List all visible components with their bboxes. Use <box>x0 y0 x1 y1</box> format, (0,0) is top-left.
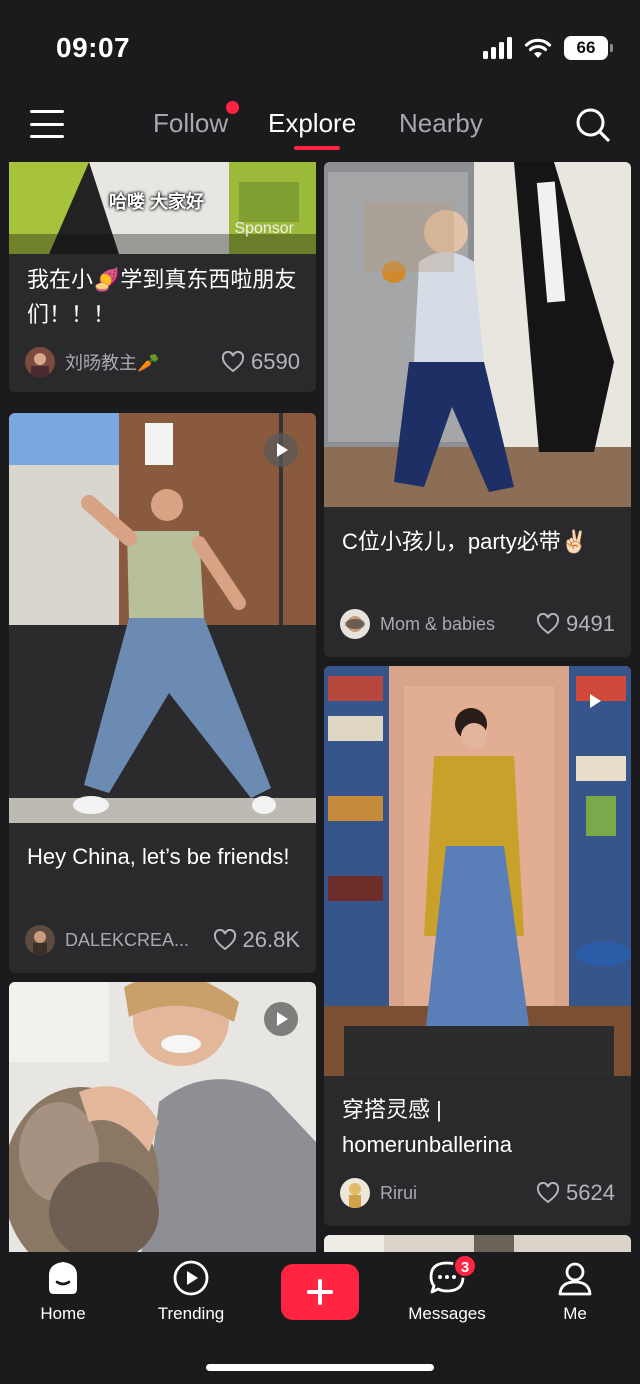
avatar[interactable] <box>340 609 370 639</box>
nav-me-label: Me <box>563 1304 587 1323</box>
author-name[interactable]: Mom & babies <box>380 614 495 635</box>
like-count[interactable]: 26.8K <box>213 927 301 953</box>
feed-card[interactable] <box>9 982 316 1252</box>
tab-explore[interactable]: Explore <box>268 108 356 139</box>
avatar[interactable] <box>25 347 55 377</box>
author-name[interactable]: Rirui <box>380 1183 417 1204</box>
card-meta: Mom & babies 9491 <box>340 608 615 640</box>
active-tab-indicator <box>294 146 340 150</box>
nav-me[interactable]: Me <box>515 1258 635 1324</box>
card-title[interactable]: C位小孩儿，party必带✌🏻 <box>342 524 617 559</box>
like-count-value: 6590 <box>251 349 300 374</box>
messages-badge: 3 <box>453 1254 477 1278</box>
like-count[interactable]: 9491 <box>536 611 615 637</box>
video-caption-overlay: 哈喽 大家好 <box>109 192 205 212</box>
card-thumbnail[interactable]: 哈喽 大家好 Sponsor <box>9 162 316 254</box>
feed-card[interactable] <box>324 1235 631 1252</box>
cellular-signal-icon <box>483 37 512 59</box>
card-meta: 刘旸教主🥕 6590 <box>25 346 300 378</box>
status-bar: 09:07 66 <box>0 0 640 100</box>
like-count[interactable]: 5624 <box>536 1180 615 1206</box>
avatar[interactable] <box>340 1178 370 1208</box>
tab-nearby[interactable]: Nearby <box>399 108 483 139</box>
feed-card[interactable]: 哈喽 大家好 Sponsor 我在小🍠学到真东西啦朋友们！！！ 刘旸教主🥕 65… <box>9 162 316 392</box>
card-thumbnail[interactable] <box>9 413 316 823</box>
status-time: 09:07 <box>56 32 131 63</box>
battery-indicator: 66 <box>564 36 613 60</box>
nav-home-label: Home <box>40 1304 86 1323</box>
card-title[interactable]: Hey China, let’s be friends! <box>27 839 302 874</box>
card-thumbnail[interactable] <box>9 982 316 1252</box>
like-count-value: 26.8K <box>242 927 301 952</box>
sponsor-tag: Sponsor <box>234 220 294 237</box>
feed-card[interactable]: Hey China, let’s be friends! DALEKCREA..… <box>9 413 316 973</box>
follow-notification-dot <box>226 101 239 114</box>
video-play-icon <box>577 684 611 718</box>
home-indicator <box>206 1364 434 1371</box>
tab-follow[interactable]: Follow <box>153 108 228 139</box>
video-play-icon <box>264 1002 298 1036</box>
nav-messages-label: Messages <box>408 1304 486 1323</box>
heart-icon[interactable] <box>536 1182 560 1204</box>
nav-home[interactable]: Home <box>3 1258 123 1324</box>
like-count-value: 5624 <box>566 1180 615 1205</box>
menu-icon[interactable] <box>30 110 64 138</box>
heart-icon[interactable] <box>213 929 237 951</box>
post-button[interactable] <box>281 1264 359 1320</box>
feed-card[interactable]: 穿搭灵感 | homerunballerina Rirui 5624 <box>324 666 631 1226</box>
avatar[interactable] <box>25 925 55 955</box>
home-icon <box>49 1262 77 1294</box>
heart-icon[interactable] <box>221 351 245 373</box>
top-nav: Follow Explore Nearby <box>0 100 640 162</box>
video-play-icon <box>264 433 298 467</box>
nav-trending-label: Trending <box>157 1304 225 1323</box>
status-icons: 66 <box>483 36 613 60</box>
nav-trending[interactable]: Trending <box>131 1258 251 1324</box>
person-icon <box>558 1262 592 1296</box>
author-name[interactable]: 刘旸教主🥕 <box>65 349 159 375</box>
heart-icon[interactable] <box>536 613 560 635</box>
like-count-value: 9491 <box>566 611 615 636</box>
card-thumbnail[interactable] <box>324 666 631 1076</box>
wifi-icon <box>524 38 552 58</box>
card-title[interactable]: 穿搭灵感 | homerunballerina <box>342 1092 617 1162</box>
feed-card[interactable]: C位小孩儿，party必带✌🏻 Mom & babies 9491 <box>324 162 631 657</box>
card-title[interactable]: 我在小🍠学到真东西啦朋友们！！！ <box>27 262 302 332</box>
card-thumbnail[interactable] <box>324 162 631 507</box>
nav-messages[interactable]: 3 Messages <box>387 1254 507 1324</box>
like-count[interactable]: 6590 <box>221 349 300 375</box>
app-screen: 09:07 66 Follow Explore Nearby 哈喽 大家好 Sp… <box>0 0 640 1384</box>
card-meta: Rirui 5624 <box>340 1177 615 1209</box>
card-thumbnail[interactable] <box>324 1235 631 1252</box>
search-icon[interactable] <box>574 106 612 144</box>
author-name[interactable]: DALEKCREA... <box>65 930 189 951</box>
explore-feed[interactable]: 哈喽 大家好 Sponsor 我在小🍠学到真东西啦朋友们！！！ 刘旸教主🥕 65… <box>0 162 640 1252</box>
card-meta: DALEKCREA... 26.8K <box>25 924 300 956</box>
play-circle-icon <box>173 1260 209 1296</box>
